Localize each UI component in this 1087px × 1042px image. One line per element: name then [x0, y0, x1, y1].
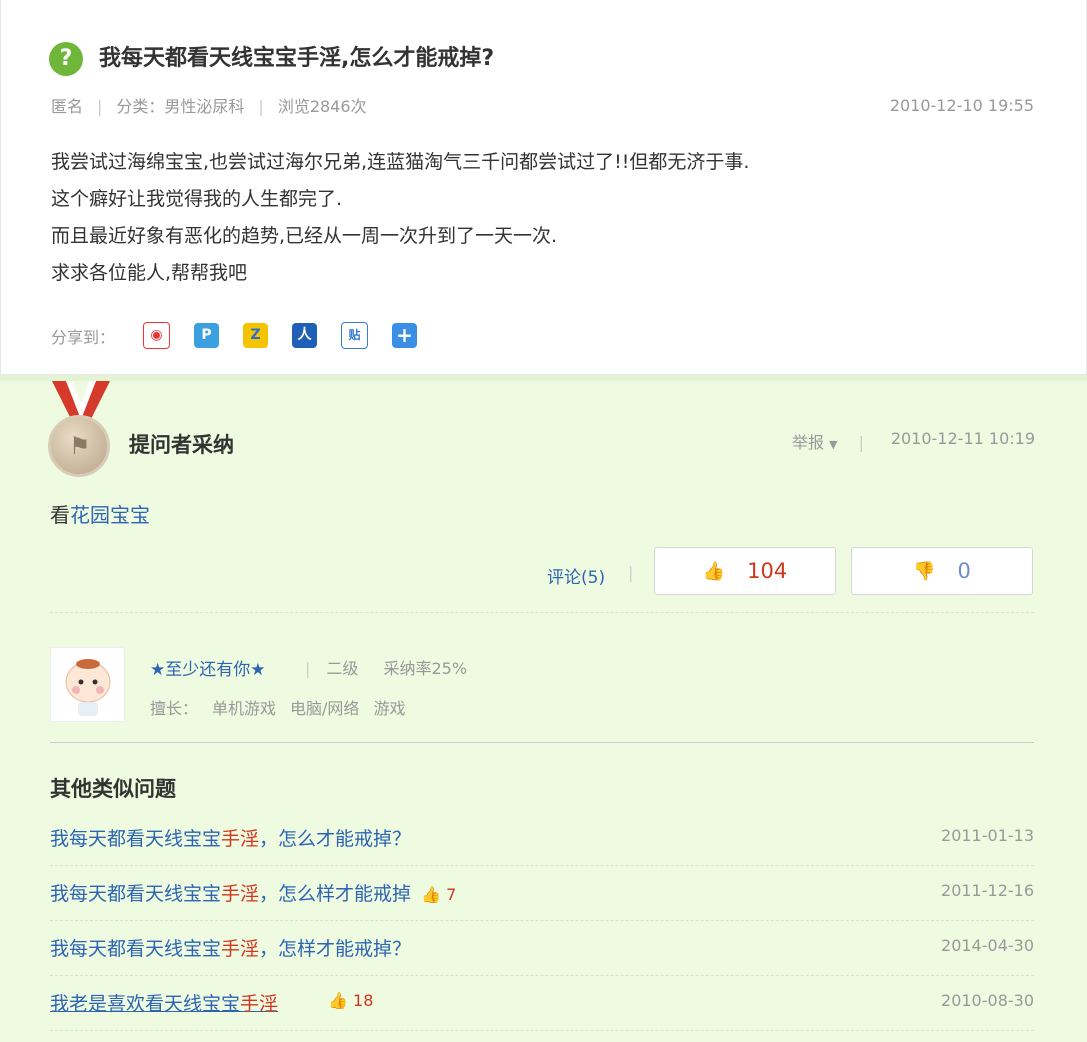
comment-link[interactable]: 评论(5): [547, 563, 605, 588]
question-body: 我尝试过海绵宝宝,也尝试过海尔兄弟,连蓝猫淘气三千问都尝试过了!!但都无济于事.…: [51, 144, 749, 292]
adopt-rate: 采纳率25%: [383, 659, 468, 678]
question-date: 2010-12-10 19:55: [889, 96, 1034, 115]
answer-text: 看花园宝宝: [50, 499, 150, 528]
similar-questions-title: 其他类似问题: [50, 777, 176, 801]
medal-icon: ⚑: [48, 415, 110, 477]
similar-question-link[interactable]: 我老是喜欢看天线宝宝手淫: [50, 989, 278, 1016]
user-skills: 擅长： 单机游戏 电脑/网络 游戏: [150, 695, 419, 719]
list-item: 我每天都看天线宝宝手淫，怎么样才能戒掉 👍 7 2011-12-16: [50, 865, 1034, 921]
like-count: 7: [446, 885, 457, 904]
answer-panel: ⚑ 提问者采纳 举报 ▼ | 2010-12-11 10:19 看花园宝宝 评论…: [0, 375, 1087, 1042]
qzone-icon[interactable]: P: [194, 323, 220, 348]
divider: [50, 742, 1034, 743]
question-title: 我每天都看天线宝宝手淫,怎么才能戒掉?: [99, 46, 495, 71]
skill-label: 擅长：: [150, 699, 199, 718]
divider: [50, 612, 1034, 613]
thumbs-down-icon: 👎: [913, 560, 936, 582]
question-line: 我尝试过海绵宝宝,也尝试过海尔兄弟,连蓝猫淘气三千问都尝试过了!!但都无济于事.: [51, 151, 750, 173]
list-item: 我每天都看天线宝宝手淫，怎样才能戒掉？ 2014-04-30: [50, 920, 1034, 976]
upvote-count: 104: [747, 559, 788, 583]
skill-tag[interactable]: 电脑/网络: [290, 699, 359, 718]
skill-tag[interactable]: 游戏: [373, 699, 405, 718]
divider: |: [628, 563, 634, 582]
similar-question-date: 2011-12-16: [941, 881, 1034, 900]
answer-date: 2010-12-11 10:19: [890, 429, 1035, 448]
user-name-link[interactable]: ★至少还有你★: [150, 655, 265, 680]
like-count: 18: [353, 991, 374, 1010]
similar-question-link[interactable]: 我每天都看天线宝宝手淫，怎么样才能戒掉 👍 7: [50, 879, 456, 906]
avatar[interactable]: [50, 647, 125, 722]
adopted-answer-title: 提问者采纳: [129, 433, 234, 457]
author-label: 匿名: [51, 97, 84, 116]
question-line: 求求各位能人,帮帮我吧: [51, 262, 248, 284]
baby-avatar-icon: [65, 659, 111, 716]
report-button[interactable]: 举报: [792, 433, 824, 452]
renren-icon[interactable]: 人: [292, 323, 318, 348]
answer-prefix: 看: [50, 503, 70, 527]
share-label: 分享到：: [51, 327, 116, 347]
thumbs-up-icon: 👍: [702, 560, 726, 582]
thumbs-up-icon: 👍: [328, 991, 348, 1010]
question-line: 而且最近好象有恶化的趋势,已经从一周一次升到了一天一次.: [51, 225, 558, 247]
similar-question-date: 2010-08-30: [941, 991, 1034, 1010]
thumbs-up-icon: 👍: [421, 885, 441, 904]
qq-icon[interactable]: Z: [243, 323, 269, 348]
upvote-button[interactable]: 👍 104: [654, 547, 836, 595]
similar-question-date: 2011-01-13: [941, 826, 1034, 845]
plus-icon[interactable]: +: [392, 323, 418, 348]
share-bar: 分享到： ◉ P Z 人 贴 +: [51, 322, 441, 349]
tieba-icon[interactable]: 贴: [341, 322, 369, 349]
weibo-icon[interactable]: ◉: [143, 322, 171, 349]
view-count: 浏览2846次: [277, 97, 367, 116]
question-panel: ? 我每天都看天线宝宝手淫,怎么才能戒掉? 匿名 | 分类：男性泌尿科 | 浏览2846…: [0, 0, 1087, 375]
similar-question-link[interactable]: 我每天都看天线宝宝手淫，怎样才能戒掉？: [50, 934, 411, 961]
question-line: 这个癖好让我觉得我的人生都完了.: [51, 188, 343, 210]
user-level: | 二级 采纳率25%: [305, 659, 468, 678]
list-item: 我老是喜欢看天线宝宝手淫 👍 18 2010-08-30: [50, 975, 1034, 1031]
question-mark-icon: ?: [49, 42, 83, 76]
downvote-count: 0: [957, 559, 971, 583]
list-item: 我每天都看天线宝宝手淫，怎么才能戒掉？ 2011-01-13: [50, 810, 1034, 866]
level-label: 二级: [326, 659, 359, 678]
report-menu[interactable]: 举报 ▼ |: [792, 429, 880, 453]
question-meta: 匿名 | 分类：男性泌尿科 | 浏览2846次: [51, 97, 367, 116]
answer-link[interactable]: 花园宝宝: [70, 503, 150, 527]
similar-question-link[interactable]: 我每天都看天线宝宝手淫，怎么才能戒掉？: [50, 824, 411, 851]
similar-question-date: 2014-04-30: [941, 936, 1034, 955]
category-link[interactable]: 分类：男性泌尿科: [116, 97, 244, 116]
downvote-button[interactable]: 👎 0: [851, 547, 1033, 595]
skill-tag[interactable]: 单机游戏: [212, 699, 276, 718]
chevron-down-icon: ▼: [829, 438, 838, 451]
